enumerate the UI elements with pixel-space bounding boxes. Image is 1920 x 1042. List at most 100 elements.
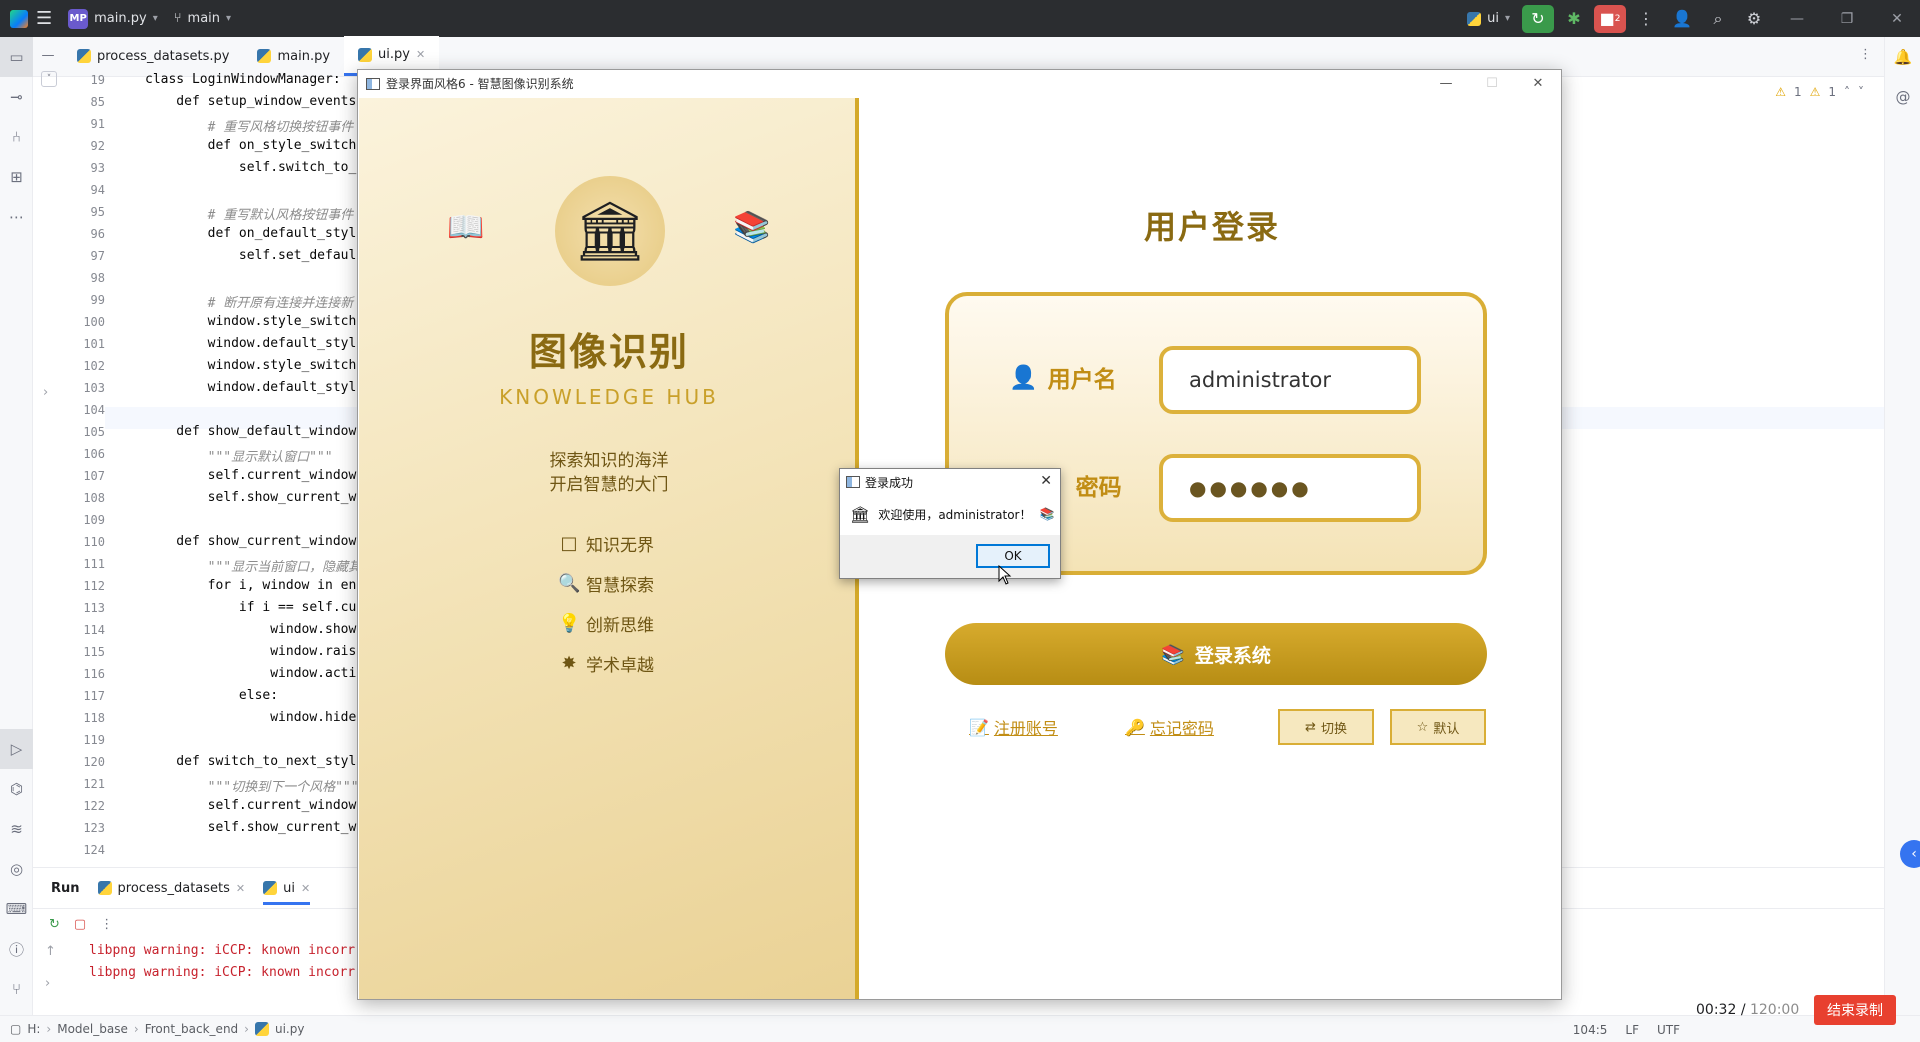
app-maximize-button[interactable]: ☐ bbox=[1469, 70, 1515, 97]
breadcrumb-item[interactable]: ui.py bbox=[275, 1022, 304, 1036]
code-line[interactable]: # 重写默认风格按钮事件 bbox=[145, 204, 354, 223]
code-line[interactable]: def setup_window_events bbox=[145, 94, 356, 109]
breadcrumb-item[interactable]: Model_base bbox=[57, 1022, 128, 1036]
line-separator[interactable]: LF bbox=[1625, 1023, 1639, 1037]
chevron-down-icon[interactable]: ˅ bbox=[1858, 85, 1864, 99]
code-line[interactable]: window.default_styl bbox=[145, 336, 357, 351]
notifications-button[interactable]: 🔔 bbox=[1885, 37, 1920, 77]
tab-process-datasets[interactable]: process_datasets.py bbox=[63, 36, 243, 76]
pull-requests-tool-button[interactable]: ⑃ bbox=[0, 117, 33, 157]
code-line[interactable]: self.current_window bbox=[145, 798, 357, 813]
code-line[interactable]: def show_default_window bbox=[145, 424, 356, 439]
chevron-up-icon[interactable]: ˄ bbox=[1844, 85, 1850, 99]
rerun-button[interactable]: ↻ bbox=[1522, 4, 1554, 33]
stop-icon[interactable]: ▢ bbox=[74, 917, 86, 932]
close-icon[interactable]: ✕ bbox=[301, 882, 310, 895]
switch-style-button[interactable]: ⇄ 切换 bbox=[1278, 709, 1374, 745]
code-line[interactable]: """显示当前窗口，隐藏其 bbox=[145, 556, 361, 575]
rerun-icon[interactable]: ↻ bbox=[49, 917, 60, 932]
git-tool-button[interactable]: ⑂ bbox=[0, 969, 33, 1009]
python-icon bbox=[263, 881, 278, 895]
minimize-button[interactable]: — bbox=[1774, 0, 1820, 37]
code-line[interactable]: window.hide bbox=[145, 710, 356, 725]
code-line[interactable]: self.show_current_w bbox=[145, 490, 357, 505]
python-console-button[interactable]: ⌬ bbox=[0, 769, 33, 809]
code-line[interactable]: def show_current_window bbox=[145, 534, 356, 549]
close-button[interactable]: ✕ bbox=[1874, 0, 1920, 37]
services-tool-button[interactable]: ◎ bbox=[0, 849, 33, 889]
commit-tool-button[interactable]: ⊸ bbox=[0, 77, 33, 117]
caret-position[interactable]: 104:5 bbox=[1573, 1023, 1608, 1037]
stop-recording-button[interactable]: 结束录制 bbox=[1814, 995, 1896, 1025]
run-tab-ui[interactable]: ui ✕ bbox=[263, 881, 311, 905]
code-line[interactable]: if i == self.cu bbox=[145, 600, 356, 615]
scroll-up-icon[interactable]: ↑ bbox=[45, 944, 56, 959]
ok-button[interactable]: OK bbox=[976, 544, 1050, 568]
app-minimize-button[interactable]: — bbox=[1423, 70, 1469, 97]
default-style-button[interactable]: ☆ 默认 bbox=[1390, 709, 1486, 745]
code-line[interactable]: """显示默认窗口""" bbox=[145, 446, 333, 465]
password-input[interactable]: ●●●●●● bbox=[1159, 454, 1421, 522]
hide-panel-button[interactable]: — bbox=[33, 36, 63, 76]
close-icon[interactable]: ✕ bbox=[416, 48, 425, 61]
search-button[interactable]: ⌕ bbox=[1702, 5, 1734, 33]
structure-tool-button[interactable]: ⊞ bbox=[0, 157, 33, 197]
code-line[interactable]: self.show_current_w bbox=[145, 820, 357, 835]
code-line[interactable]: def switch_to_next_styl bbox=[145, 754, 356, 769]
fold-arrow-icon[interactable]: › bbox=[43, 385, 48, 400]
branch-selector[interactable]: ⑂ main ▾ bbox=[166, 0, 239, 37]
code-line[interactable]: """切换到下一个风格""" bbox=[145, 776, 359, 795]
breadcrumb-item[interactable]: Front_back_end bbox=[145, 1022, 238, 1036]
code-line[interactable]: window.acti bbox=[145, 666, 356, 681]
breadcrumb-item[interactable]: H: bbox=[27, 1022, 40, 1036]
debug-button[interactable]: ✱ bbox=[1558, 5, 1590, 33]
code-line[interactable]: window.style_switch bbox=[145, 314, 357, 329]
code-line[interactable]: # 重写风格切换按钮事件 bbox=[145, 116, 354, 135]
code-line[interactable]: window.style_switch bbox=[145, 358, 357, 373]
code-line[interactable]: for i, window in en bbox=[145, 578, 357, 593]
collapse-panel-button[interactable]: ‹ bbox=[1900, 840, 1920, 868]
fold-toggle[interactable]: ˅ bbox=[41, 71, 57, 87]
more-vertical-icon[interactable]: ⋮ bbox=[100, 917, 113, 932]
forgot-password-link[interactable]: 🔑 忘记密码 bbox=[1125, 715, 1214, 739]
code-line[interactable]: self.current_window bbox=[145, 468, 357, 483]
ai-assistant-button[interactable]: @ bbox=[1885, 77, 1920, 117]
code-line[interactable]: def on_default_styl bbox=[145, 226, 357, 241]
code-line[interactable]: # 断开原有连接并连接新 bbox=[145, 292, 354, 311]
dialog-close-button[interactable]: ✕ bbox=[1040, 473, 1052, 489]
code-line[interactable]: else: bbox=[145, 688, 278, 703]
code-line[interactable]: def on_style_switch bbox=[145, 138, 357, 153]
code-line[interactable]: window.default_styl bbox=[145, 380, 357, 395]
login-button[interactable]: 📚 登录系统 bbox=[945, 623, 1487, 685]
code-line[interactable]: self.set_defaul bbox=[145, 248, 356, 263]
close-icon[interactable]: ✕ bbox=[236, 882, 245, 895]
run-tool-button[interactable]: ▷ bbox=[0, 729, 33, 769]
settings-button[interactable]: ⚙ bbox=[1738, 5, 1770, 33]
maximize-button[interactable]: ❐ bbox=[1824, 0, 1870, 37]
run-config-selector[interactable]: ui ▾ bbox=[1459, 0, 1518, 37]
username-input[interactable]: administrator bbox=[1159, 346, 1421, 414]
app-close-button[interactable]: ✕ bbox=[1515, 70, 1561, 97]
register-link[interactable]: 📝 注册账号 bbox=[969, 715, 1058, 739]
file-encoding[interactable]: UTF bbox=[1657, 1023, 1680, 1037]
more-tools-button[interactable]: ⋯ bbox=[0, 197, 33, 237]
layers-tool-button[interactable]: ≋ bbox=[0, 809, 33, 849]
more-vertical-icon[interactable]: ⋮ bbox=[1859, 47, 1872, 62]
add-user-button[interactable]: 👤 bbox=[1666, 5, 1698, 33]
main-menu-button[interactable]: ☰ bbox=[28, 0, 60, 37]
problems-tool-button[interactable]: ⓘ bbox=[0, 929, 33, 969]
code-line[interactable]: window.show bbox=[145, 622, 356, 637]
tab-main[interactable]: main.py bbox=[243, 36, 344, 76]
run-tab-process-datasets[interactable]: process_datasets ✕ bbox=[97, 881, 245, 896]
expand-icon[interactable]: › bbox=[45, 976, 50, 991]
terminal-tool-button[interactable]: ⌨ bbox=[0, 889, 33, 929]
ide-logo-icon[interactable] bbox=[10, 9, 28, 28]
more-actions-button[interactable]: ⋮ bbox=[1630, 5, 1662, 33]
project-tool-button[interactable]: ▭ bbox=[0, 37, 33, 77]
project-selector[interactable]: MP main.py ▾ bbox=[60, 0, 166, 37]
stop-button[interactable]: ■ 2 bbox=[1594, 4, 1626, 33]
code-line[interactable]: class LoginWindowManager: bbox=[145, 72, 341, 87]
code-line[interactable]: window.rais bbox=[145, 644, 356, 659]
inspection-widget[interactable]: ⚠ 1 ⚠ 1 ˄ ˅ bbox=[1775, 85, 1864, 99]
code-line[interactable]: self.switch_to_ bbox=[145, 160, 356, 175]
